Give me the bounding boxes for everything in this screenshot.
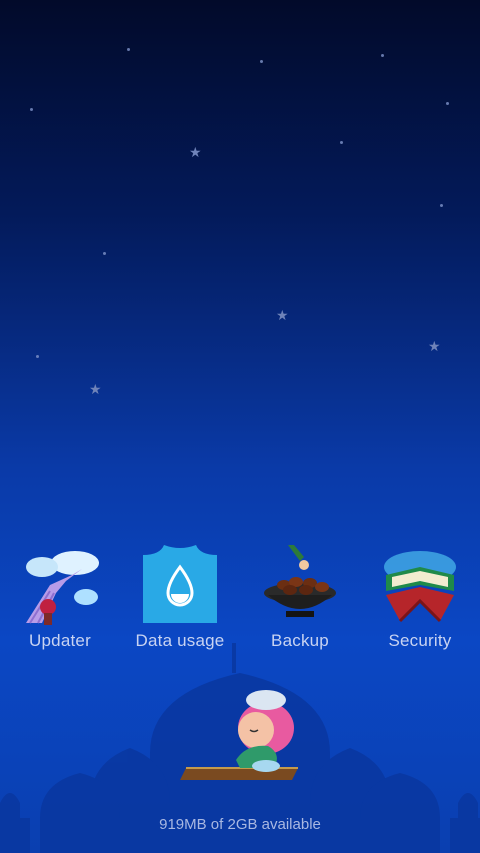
- storage-status: 919MB of 2GB available: [159, 816, 321, 833]
- star-icon: ★: [276, 307, 289, 323]
- star-icon: ★: [89, 381, 102, 397]
- app-label: Backup: [271, 631, 329, 650]
- app-label: Security: [388, 631, 452, 650]
- app-updater[interactable]: Updater: [0, 545, 120, 651]
- water-drop-icon: [140, 545, 220, 625]
- praying-child-illustration: [180, 690, 298, 780]
- app-grid: Updater Data usage Backup Security: [0, 545, 480, 655]
- app-label: Updater: [29, 631, 91, 650]
- quran-stand-icon: [380, 545, 460, 625]
- app-backup[interactable]: Backup: [240, 545, 360, 651]
- star-icon: ★: [189, 144, 202, 160]
- app-label: Data usage: [135, 631, 225, 650]
- app-data-usage[interactable]: Data usage: [120, 545, 240, 651]
- star-icon: ★: [428, 338, 441, 354]
- dates-bowl-icon: [260, 545, 340, 625]
- app-security[interactable]: Security: [360, 545, 480, 651]
- stairway-to-heaven-icon: [20, 545, 100, 625]
